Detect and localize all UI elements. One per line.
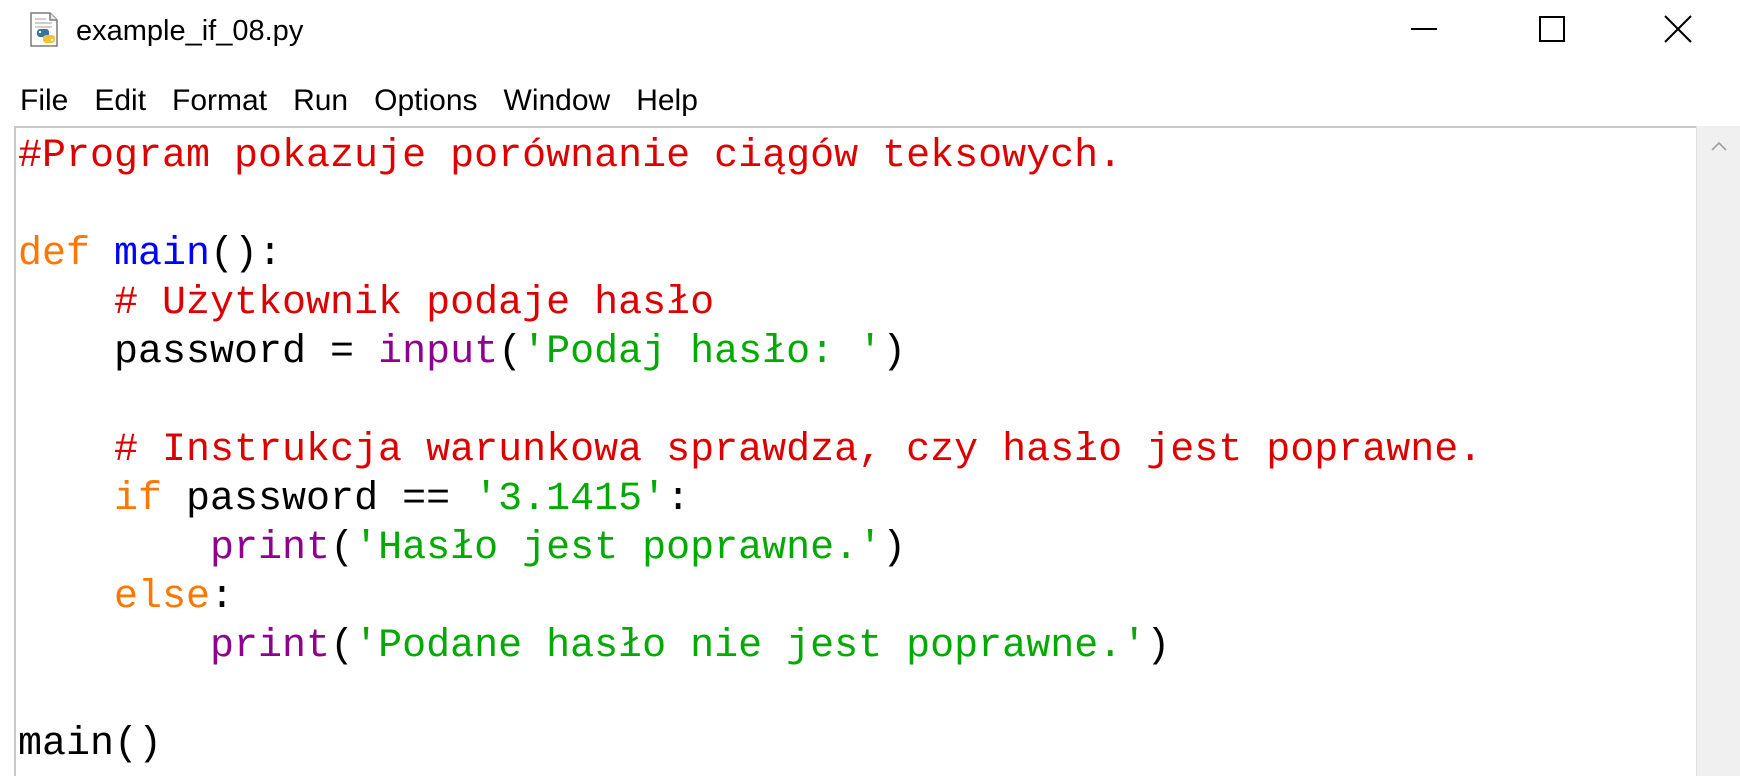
code-token: : <box>210 575 235 620</box>
string-token: 'Hasło jest poprawne.' <box>354 526 883 571</box>
keyword-token: else <box>114 575 211 620</box>
code-line[interactable] <box>18 181 1482 230</box>
menu-window[interactable]: Window <box>491 79 624 123</box>
code-token: ) <box>882 330 907 375</box>
maximize-button[interactable] <box>1488 0 1616 62</box>
code-line[interactable]: def main(): <box>18 230 1482 279</box>
menu-options[interactable]: Options <box>361 79 490 123</box>
code-token: ( <box>330 526 355 571</box>
minimize-icon <box>1409 14 1439 49</box>
code-token: ) <box>1146 624 1171 669</box>
scroll-up-arrow-icon <box>1710 139 1728 157</box>
window-title: example_if_08.py <box>76 15 304 47</box>
builtin-token: print <box>210 526 331 571</box>
code-line[interactable]: print('Podane hasło nie jest poprawne.') <box>18 622 1482 671</box>
menu-format[interactable]: Format <box>159 79 280 123</box>
code-line[interactable]: # Instrukcja warunkowa sprawdza, czy has… <box>18 426 1482 475</box>
builtin-token: print <box>210 624 331 669</box>
code-line[interactable] <box>18 377 1482 426</box>
menu-file[interactable]: File <box>0 79 81 123</box>
code-line[interactable]: # Użytkownik podaje hasło <box>18 279 1482 328</box>
vertical-scrollbar[interactable] <box>1696 126 1740 776</box>
code-text[interactable]: #Program pokazuje porównanie ciągów teks… <box>18 132 1482 769</box>
code-line[interactable]: if password == '3.1415': <box>18 475 1482 524</box>
close-button[interactable] <box>1616 0 1740 62</box>
menu-edit[interactable]: Edit <box>81 79 159 123</box>
code-token: main() <box>18 722 163 767</box>
code-token: ) <box>882 526 907 571</box>
maximize-icon <box>1537 14 1567 49</box>
builtin-token: input <box>378 330 499 375</box>
comment-token: #Program pokazuje porównanie ciągów teks… <box>18 134 1123 179</box>
code-line[interactable]: #Program pokazuje porównanie ciągów teks… <box>18 132 1482 181</box>
string-token: 'Podaj hasło: ' <box>522 330 883 375</box>
code-token: (): <box>210 232 283 277</box>
string-token: 'Podane hasło nie jest poprawne.' <box>354 624 1147 669</box>
code-line[interactable]: main() <box>18 720 1482 769</box>
menu-run[interactable]: Run <box>280 79 361 123</box>
idle-editor-window: example_if_08.py File Edit Format Run Op… <box>0 0 1740 776</box>
title-bar[interactable]: example_if_08.py <box>0 0 1740 62</box>
menu-help[interactable]: Help <box>623 79 711 123</box>
code-line[interactable]: print('Hasło jest poprawne.') <box>18 524 1482 573</box>
comment-token: # Instrukcja warunkowa sprawdza, czy has… <box>114 428 1483 473</box>
comment-token: # Użytkownik podaje hasło <box>114 281 715 326</box>
menu-bar: File Edit Format Run Options Window Help <box>0 72 1740 130</box>
code-editor[interactable]: #Program pokazuje porównanie ciągów teks… <box>14 126 1696 776</box>
string-token: '3.1415' <box>474 477 667 522</box>
scroll-up-button[interactable] <box>1697 126 1740 170</box>
code-token: ( <box>498 330 523 375</box>
code-line[interactable]: else: <box>18 573 1482 622</box>
keyword-token: def <box>18 232 91 277</box>
keyword-token: if <box>114 477 163 522</box>
code-token: : <box>666 477 691 522</box>
code-line[interactable] <box>18 671 1482 720</box>
code-token: password == <box>162 477 475 522</box>
function-name-token: main <box>114 232 211 277</box>
minimize-button[interactable] <box>1360 0 1488 62</box>
python-file-icon <box>26 11 64 49</box>
close-icon <box>1663 14 1693 49</box>
code-token: ( <box>330 624 355 669</box>
code-token: password = <box>18 330 379 375</box>
code-line[interactable]: password = input('Podaj hasło: ') <box>18 328 1482 377</box>
